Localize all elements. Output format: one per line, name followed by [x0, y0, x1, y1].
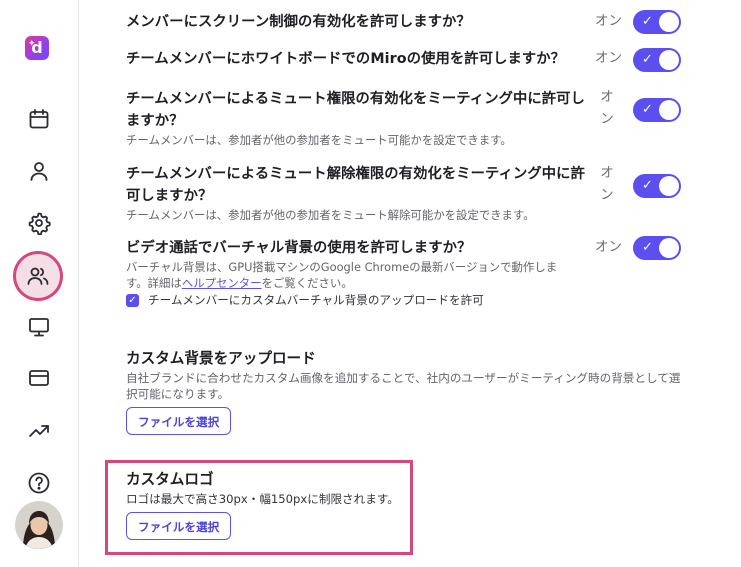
help-icon[interactable]	[21, 465, 57, 501]
choose-logo-file-button[interactable]: ファイルを選択	[126, 512, 232, 540]
setting-description: チームメンバーは、参加者が他の参加者をミュート解除可能かを設定できます。	[126, 208, 535, 222]
credit-card-icon[interactable]	[21, 360, 57, 396]
toggle-switch[interactable]: ✓	[633, 10, 681, 34]
checkbox[interactable]: ✓	[126, 293, 139, 307]
gear-icon[interactable]	[21, 205, 57, 241]
on-label: オン	[600, 89, 614, 127]
toggle-switch[interactable]: ✓	[633, 174, 681, 198]
on-label: オン	[600, 165, 614, 203]
section-title: カスタムロゴ	[126, 471, 214, 488]
team-icon[interactable]	[16, 254, 60, 298]
setting-mute-permission: チームメンバーによるミュート権限の有効化をミーティング中に許可しますか？ チーム…	[126, 88, 596, 148]
check-icon: ✓	[642, 14, 653, 29]
on-label: オン	[595, 13, 622, 29]
section-title: カスタム背景をアップロード	[126, 350, 316, 367]
trending-up-icon[interactable]	[21, 413, 57, 449]
setting-question: ビデオ通話でバーチャル背景の使用を許可しますか？	[126, 240, 472, 256]
setting-description: チームメンバーは、参加者が他の参加者をミュート可能かを設定できます。	[126, 133, 512, 147]
toggle-switch[interactable]: ✓	[633, 98, 681, 122]
setting-virtual-background: ビデオ通話でバーチャル背景の使用を許可しますか？ バーチャル背景は、GPU搭載マ…	[126, 237, 576, 291]
setting-question: チームメンバーによるミュート権限の有効化をミーティング中に許可しますか？	[126, 91, 585, 129]
user-icon[interactable]	[21, 153, 57, 189]
setting-question: チームメンバーによるミュート解除権限の有効化をミーティング中に許可しますか？	[126, 166, 585, 204]
toggle-switch[interactable]: ✓	[633, 236, 681, 260]
on-label: オン	[595, 239, 622, 255]
calendar-icon[interactable]	[21, 101, 57, 137]
check-icon: ✓	[642, 240, 653, 255]
monitor-icon[interactable]	[21, 309, 57, 345]
avatar[interactable]	[15, 501, 63, 549]
upload-background-section: カスタム背景をアップロード 自社ブランドに合わせたカスタム画像を追加することで、…	[126, 348, 686, 402]
custom-logo-section: カスタムロゴ ロゴは最大で高さ30px・幅150pxに制限されます。	[126, 469, 416, 507]
toggle-switch[interactable]: ✓	[633, 48, 681, 72]
section-description: 自社ブランドに合わせたカスタム画像を追加することで、社内のユーザーがミーティング…	[126, 371, 681, 401]
choose-file-button[interactable]: ファイルを選択	[126, 407, 232, 435]
on-label: オン	[595, 50, 622, 66]
check-icon: ✓	[642, 52, 653, 67]
sidebar: ✦ d	[0, 0, 79, 567]
settings-panel: メンバーにスクリーン制御の有効化を許可しますか？ オン ✓ チームメンバーにホワ…	[79, 0, 741, 567]
custom-bg-upload-option: ✓ チームメンバーにカスタムバーチャル背景のアップロードを許可	[126, 292, 484, 308]
checkbox-label: チームメンバーにカスタムバーチャル背景のアップロードを許可	[148, 293, 484, 307]
app-logo[interactable]: ✦ d	[25, 36, 49, 60]
check-icon: ✓	[642, 178, 653, 193]
help-center-link[interactable]: ヘルプセンター	[182, 276, 262, 290]
section-description: ロゴは最大で高さ30px・幅150pxに制限されます。	[126, 492, 399, 506]
check-icon: ✓	[642, 102, 653, 117]
setting-unmute-permission: チームメンバーによるミュート解除権限の有効化をミーティング中に許可しますか？ チ…	[126, 163, 596, 223]
setting-description: バーチャル背景は、GPU搭載マシンのGoogle Chromeの最新バージョンで…	[126, 260, 558, 290]
